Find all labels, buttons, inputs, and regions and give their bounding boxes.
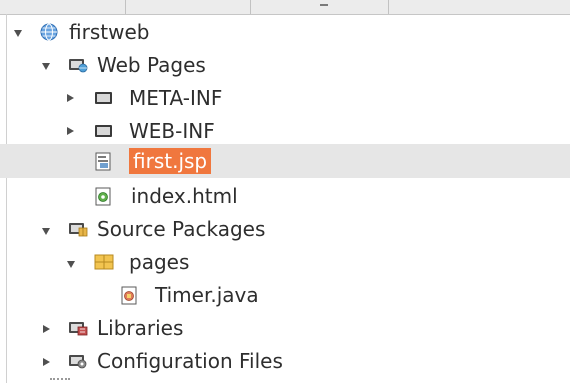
java-file-icon xyxy=(120,286,138,305)
tree-node-label: index.html xyxy=(131,184,238,208)
tree-node-label: firstweb xyxy=(69,20,150,44)
tree-node-label: pages xyxy=(129,250,190,274)
tree-node-pages[interactable]: pages xyxy=(0,247,570,280)
tree-node-index-html[interactable]: index.html xyxy=(0,181,570,214)
tree-node-label: Source Packages xyxy=(97,217,266,241)
expand-toggle-icon[interactable] xyxy=(42,228,50,235)
web-pages-folder-icon xyxy=(68,56,88,74)
source-packages-icon xyxy=(68,220,88,238)
tree-node-libraries[interactable]: Libraries xyxy=(0,313,570,346)
tree-node-label: Configuration Files xyxy=(97,349,283,373)
jsp-file-icon xyxy=(94,152,112,171)
tree-node-label: first.jsp xyxy=(129,148,212,174)
package-icon xyxy=(94,253,114,271)
expand-toggle-icon[interactable] xyxy=(43,325,50,333)
tree-node-label: WEB-INF xyxy=(129,119,215,143)
libraries-icon xyxy=(68,319,88,337)
tree-node-meta-inf[interactable]: META-INF xyxy=(0,82,570,115)
expand-toggle-icon[interactable] xyxy=(14,30,22,37)
html-file-icon xyxy=(94,187,112,206)
tree-node-web-pages[interactable]: Web Pages xyxy=(0,49,570,82)
tree-node-label: Web Pages xyxy=(97,53,206,77)
tree-node-firstweb[interactable]: firstweb xyxy=(0,16,570,49)
tree-node-label: META-INF xyxy=(129,86,223,110)
expand-toggle-icon[interactable] xyxy=(42,63,50,70)
tree-node-label: Timer.java xyxy=(155,283,259,307)
folder-icon xyxy=(94,122,112,140)
partial-next-row xyxy=(50,378,70,383)
project-tree[interactable]: firstweb Web Pages META-INF WEB-INF firs… xyxy=(0,0,570,383)
tree-node-first-jsp[interactable]: first.jsp xyxy=(0,144,570,178)
tree-node-timer-java[interactable]: Timer.java xyxy=(0,280,570,313)
tree-node-source-packages[interactable]: Source Packages xyxy=(0,214,570,247)
configuration-files-icon xyxy=(68,352,87,370)
tree-node-configuration-files[interactable]: Configuration Files xyxy=(0,346,570,379)
expand-toggle-icon[interactable] xyxy=(67,94,74,102)
expand-toggle-icon[interactable] xyxy=(43,358,50,366)
expand-toggle-icon[interactable] xyxy=(67,127,74,135)
globe-project-icon xyxy=(40,23,58,41)
expand-toggle-icon[interactable] xyxy=(67,261,75,268)
tree-node-label: Libraries xyxy=(97,316,184,340)
folder-icon xyxy=(94,89,112,107)
